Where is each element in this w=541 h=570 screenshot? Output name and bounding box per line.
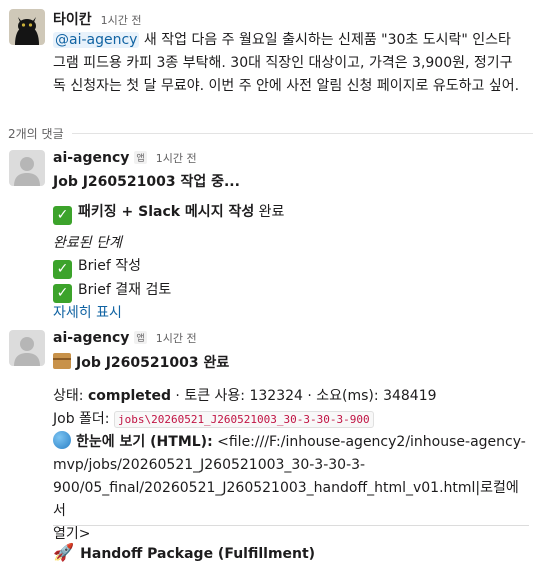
- message-text: @ai-agency 새 작업 다음 주 월요일 출시하는 신제품 "30초 도…: [53, 29, 523, 98]
- done-step: ✓ Brief 작성: [53, 255, 541, 279]
- handoff-heading: 🚀 Handoff Package (Fulfillment): [53, 543, 316, 563]
- reply-message: ai-agency 앱 1시간 전 Job J260521003 완료 상태: …: [0, 330, 541, 546]
- root-message: 타이칸 1시간 전 @ai-agency 새 작업 다음 주 월요일 출시하는 …: [0, 9, 541, 98]
- step-status: 완료: [254, 204, 285, 220]
- done-heading: 완료된 단계: [53, 235, 122, 251]
- mention-link[interactable]: @ai-agency: [53, 32, 140, 48]
- reply-message: ai-agency 앱 1시간 전 Job J260521003 작업 중...…: [0, 150, 541, 325]
- timestamp[interactable]: 1시간 전: [101, 12, 142, 28]
- check-icon: ✓: [53, 284, 72, 303]
- author-name[interactable]: 타이칸: [53, 9, 92, 29]
- job-complete-title: Job J260521003 완료: [53, 352, 541, 375]
- author-name[interactable]: ai-agency: [53, 330, 129, 346]
- job-stats: 상태: completed · 토큰 사용: 132324 · 소요(ms): …: [53, 388, 437, 404]
- avatar[interactable]: [9, 9, 45, 45]
- replies-label: 2개의 댓글: [8, 127, 64, 141]
- divider: [53, 525, 529, 526]
- rocket-icon: 🚀: [53, 543, 75, 563]
- thread-replies-count: 2개의 댓글: [8, 125, 533, 142]
- status-value: completed: [87, 388, 171, 404]
- current-step: ✓ 패키징 + Slack 메시지 작성 완료: [53, 201, 541, 225]
- html-view: 한눈에 보기 (HTML): <file:///F:/inhouse-agenc…: [53, 431, 529, 546]
- job-folder: Job 폴더: jobs\20260521_J260521003_30-3-30…: [53, 408, 541, 431]
- package-icon: [53, 353, 71, 369]
- timestamp[interactable]: 1시간 전: [156, 150, 197, 166]
- show-more-link[interactable]: 자세히 표시: [53, 302, 541, 325]
- app-badge: 앱: [134, 331, 147, 344]
- check-icon: ✓: [53, 206, 72, 225]
- folder-path: jobs\20260521_J260521003_30-3-30-3-900: [113, 411, 374, 428]
- avatar[interactable]: [9, 150, 45, 186]
- done-step: ✓ Brief 결재 검토: [53, 279, 541, 303]
- divider: [71, 133, 533, 134]
- app-badge: 앱: [134, 151, 147, 164]
- author-name[interactable]: ai-agency: [53, 150, 129, 166]
- tokens-value: 132324: [249, 388, 303, 404]
- job-status-title: Job J260521003 작업 중...: [53, 174, 240, 190]
- view-label: 한눈에 보기 (HTML):: [76, 434, 213, 450]
- step-name: 패키징 + Slack 메시지 작성: [78, 204, 255, 220]
- check-icon: ✓: [53, 260, 72, 279]
- avatar[interactable]: [9, 330, 45, 366]
- duration-value: 348419: [383, 388, 437, 404]
- timestamp[interactable]: 1시간 전: [156, 330, 197, 346]
- globe-icon: [53, 431, 71, 449]
